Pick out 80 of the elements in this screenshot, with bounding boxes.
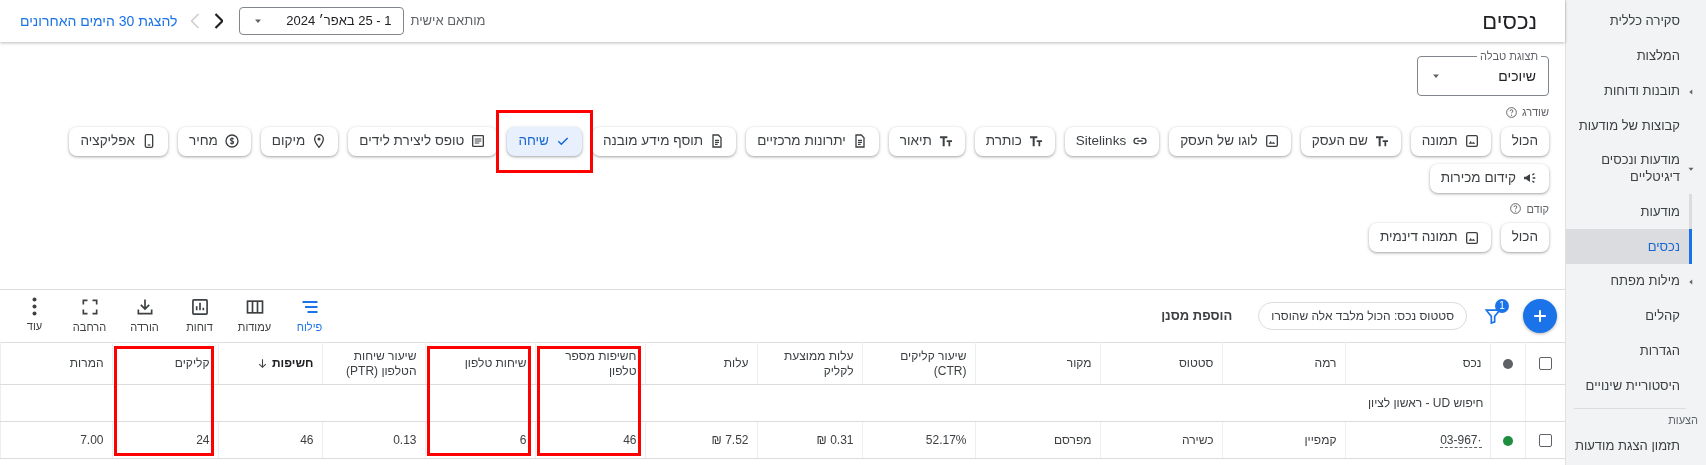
- filter-chip[interactable]: תמונה: [1410, 126, 1491, 156]
- nav-item[interactable]: מודעות ונכסים דיגיטליים: [1566, 144, 1706, 194]
- filter-chip[interactable]: קידום מכירות: [1429, 163, 1549, 193]
- filter-chip[interactable]: תיאור: [888, 126, 965, 156]
- table-cell: כשירה: [1181, 433, 1214, 447]
- form-icon: [470, 133, 487, 149]
- nav-item[interactable]: הגדרות: [1566, 334, 1706, 369]
- filter-chip[interactable]: תוסף מידע מובנה: [591, 126, 737, 156]
- image-icon: [1463, 133, 1480, 149]
- image-icon: [1463, 229, 1480, 246]
- table-cell: 52.17%: [925, 433, 967, 447]
- table-cell: 46: [623, 433, 637, 447]
- image-icon: [1263, 133, 1280, 149]
- table-cell: מפרסם: [1054, 433, 1092, 447]
- nav-item[interactable]: קבוצות של מודעות: [1566, 109, 1706, 144]
- filter-chip[interactable]: הכול: [1500, 126, 1549, 156]
- toolbar-button[interactable]: פילוח: [283, 296, 336, 336]
- more-icon: [32, 296, 37, 316]
- add-button[interactable]: [1523, 299, 1557, 333]
- row-checkbox[interactable]: [1538, 434, 1552, 448]
- filter-chip[interactable]: סטטוס נכס: הכול מלבד אלה שהוסרו: [1258, 302, 1467, 330]
- bar-chart-icon: [189, 296, 210, 317]
- arrow-down-icon: [256, 357, 269, 370]
- status-dot-icon: [1502, 358, 1513, 369]
- filter-chip[interactable]: כותרת: [974, 126, 1055, 156]
- toolbar-button[interactable]: עוד: [8, 296, 61, 336]
- table-cell: 0.13: [393, 433, 417, 447]
- table-cell: 6: [519, 433, 527, 447]
- nav-item[interactable]: היסטוריית שינויים: [1566, 369, 1706, 404]
- nav-item[interactable]: תזמון הצגת מודעות: [1566, 428, 1706, 464]
- table-cell: 46: [300, 433, 314, 447]
- nav-item[interactable]: מודעות: [1566, 194, 1692, 229]
- add-filter-link[interactable]: הוספת מסנן: [1161, 306, 1233, 326]
- filter-chip[interactable]: שיחה: [507, 126, 582, 156]
- filter-chip[interactable]: יתרונות מרכזיים: [746, 126, 879, 156]
- nav-item[interactable]: קהלים: [1566, 299, 1706, 334]
- field-label: תצוגת טבלה: [1477, 49, 1541, 63]
- nav-item[interactable]: המלצות: [1566, 39, 1706, 74]
- text-size-icon: [1373, 133, 1390, 149]
- nav-item[interactable]: תובנות ודוחות: [1566, 74, 1706, 109]
- chevron-right-icon[interactable]: [214, 13, 224, 29]
- filter-chip[interactable]: לוגו של העסק: [1169, 126, 1291, 156]
- nav-item[interactable]: נכסים: [1566, 229, 1692, 264]
- table-cell: 7.00: [80, 433, 104, 447]
- filter-chip[interactable]: תמונה דינמית: [1368, 223, 1491, 252]
- table-cell: 0.31 ₪: [816, 433, 854, 447]
- group-row-label: חיפוש UD - ראשון לציון: [1367, 396, 1484, 410]
- count-badge: 1: [1495, 299, 1509, 313]
- filter-chip[interactable]: מחיר: [177, 126, 251, 156]
- page-title: נכסים: [1482, 7, 1537, 36]
- group-label: קודם: [1526, 201, 1549, 217]
- toolbar-button[interactable]: דוחות: [173, 296, 226, 336]
- date-range-dropdown[interactable]: 1 - 25 באפר׳ 2024: [239, 7, 405, 35]
- help-icon[interactable]: [1505, 105, 1519, 119]
- filter-chip[interactable]: שם העסק: [1300, 126, 1401, 156]
- text-size-icon: [937, 133, 954, 149]
- nav-item[interactable]: מילות מפתח: [1566, 264, 1706, 299]
- table-cell: קמפיין: [1304, 433, 1337, 447]
- toolbar-button[interactable]: עמודות: [228, 296, 281, 336]
- filter-chip[interactable]: טופס ליצירת לידים: [348, 126, 498, 156]
- filter-chip[interactable]: מיקום: [260, 126, 339, 156]
- megaphone-icon: [1522, 170, 1538, 186]
- group-label: שודרג: [1522, 105, 1549, 120]
- table-cell: 7.52 ₪: [711, 433, 749, 447]
- last-30-days-link[interactable]: להצגת 30 הימים האחרונים: [20, 10, 178, 32]
- toolbar-button[interactable]: הרחבה: [63, 296, 116, 336]
- table-cell: 24: [196, 433, 210, 447]
- help-icon[interactable]: [1509, 202, 1523, 216]
- select-all-checkbox[interactable]: [1538, 357, 1552, 371]
- table-cell[interactable]: 03-967·: [1440, 433, 1482, 448]
- filter-chip[interactable]: הכול: [1500, 223, 1549, 252]
- date-mode-label: מותאם אישית: [410, 12, 486, 31]
- column-header[interactable]: חשיפות: [256, 356, 314, 371]
- toolbar-button[interactable]: הורדה: [118, 296, 171, 336]
- filter-chip[interactable]: Sitelinks: [1064, 126, 1160, 156]
- filter-chip[interactable]: אפליקציה: [69, 126, 168, 156]
- dollar-icon: [223, 133, 240, 149]
- nav-item[interactable]: סקירה כללית: [1566, 4, 1706, 39]
- text-size-icon: [1027, 133, 1044, 149]
- section-heading: הצעות: [1667, 413, 1699, 428]
